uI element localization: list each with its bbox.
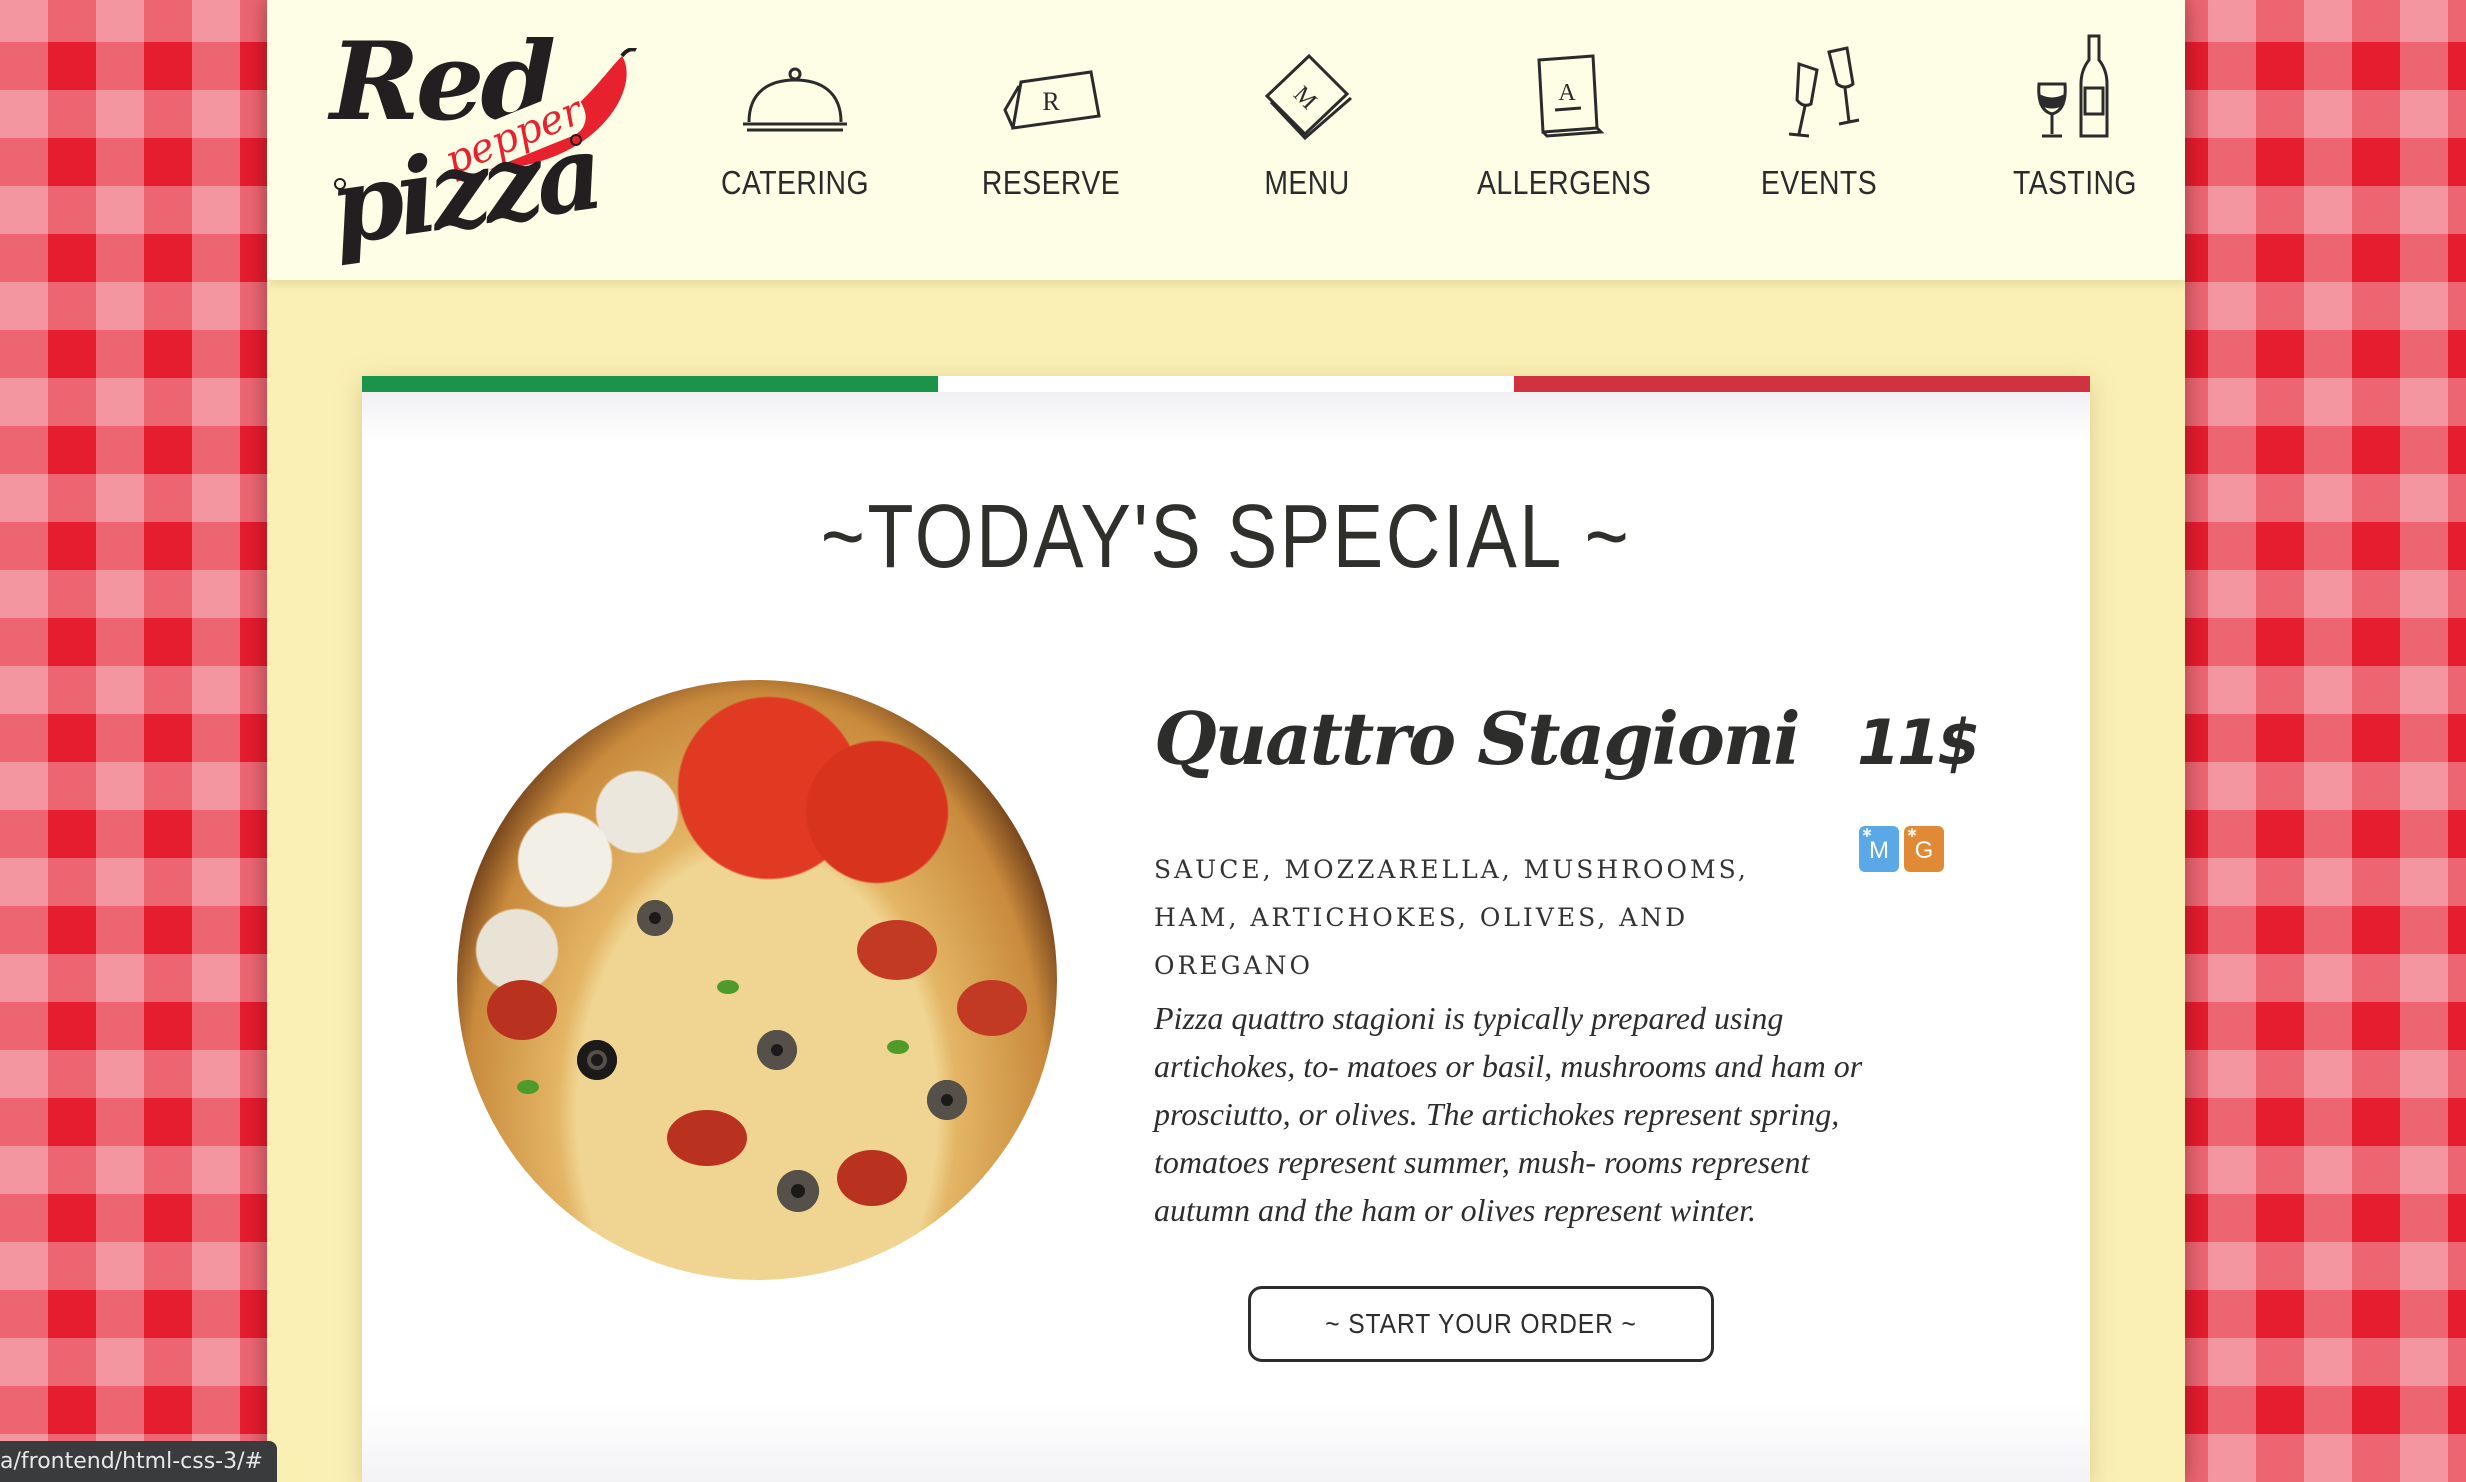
italian-flag-stripe <box>362 376 2090 392</box>
flag-white <box>938 376 1514 392</box>
green-pepper <box>717 980 739 994</box>
olive <box>777 1170 819 1212</box>
logo-dot <box>334 178 346 190</box>
start-order-button[interactable]: ~ START YOUR ORDER ~ <box>1248 1286 1714 1362</box>
allergen-badge-m: M <box>1859 808 1899 872</box>
olive <box>927 1080 967 1120</box>
ingredients-list: Sauce, mozzarella, mushrooms, ham, artic… <box>1154 855 1749 980</box>
main-nav: CATERING R RESERVE M MENU A ALLERGENS EV… <box>647 30 2177 230</box>
cloche-icon <box>743 67 847 132</box>
green-pepper <box>887 1040 909 1054</box>
nav-item-catering[interactable]: CATERING <box>695 30 895 230</box>
green-pepper <box>517 1080 539 1094</box>
red-pepper-pizza-logo[interactable]: Red pepper pizza <box>323 28 637 269</box>
page-wrapper: Red pepper pizza CATERING R RESERVE M ME… <box>267 0 2185 1482</box>
allergen-badge-g: G <box>1904 808 1944 872</box>
nav-label: MENU <box>1264 164 1350 201</box>
pizza-photo <box>457 680 1057 1280</box>
logo-dot <box>570 134 582 146</box>
nav-item-reserve[interactable]: R RESERVE <box>951 30 1151 230</box>
pepperoni <box>957 980 1027 1036</box>
allergens-card-icon: A <box>1537 54 1605 138</box>
pepperoni <box>837 1150 907 1206</box>
card-top-shadow <box>362 392 2090 442</box>
dish-description: Pizza quattro stagioni is typically prep… <box>1154 1000 1863 1228</box>
svg-text:A: A <box>1558 80 1576 106</box>
reserved-card-icon: R <box>1003 70 1101 130</box>
site-header: Red pepper pizza CATERING R RESERVE M ME… <box>267 0 2185 280</box>
flag-green <box>362 376 938 392</box>
pepperoni <box>857 920 937 980</box>
nav-label: ALLERGENS <box>1477 164 1652 201</box>
olive <box>577 1040 617 1080</box>
pepperoni <box>667 1110 747 1166</box>
flag-red <box>1514 376 2090 392</box>
wine-bottle-glass-icon <box>2037 34 2109 138</box>
nav-label: CATERING <box>721 164 869 201</box>
logo-word-pizza: pizza <box>322 109 605 270</box>
todays-special-card: ~TODAY'S SPECIAL ~ Quattro Stagioni 11$ … <box>362 376 2090 1482</box>
olive <box>757 1030 797 1070</box>
nav-item-menu[interactable]: M MENU <box>1207 30 1407 230</box>
champagne-glasses-icon <box>1788 46 1860 138</box>
nav-label: RESERVE <box>981 164 1121 201</box>
allergen-badges: M G <box>1859 808 1944 872</box>
dish-name: Quattro Stagioni <box>1154 696 1801 781</box>
svg-text:R: R <box>1042 87 1060 116</box>
pepperoni <box>487 980 557 1040</box>
olive <box>637 900 673 936</box>
start-order-label: ~ START YOUR ORDER ~ <box>1325 1308 1637 1339</box>
section-title: ~TODAY'S SPECIAL ~ <box>820 487 1632 587</box>
browser-status-url: a/frontend/html-css-3/# <box>0 1441 277 1482</box>
nav-item-allergens[interactable]: A ALLERGENS <box>1463 30 1663 230</box>
nav-item-events[interactable]: EVENTS <box>1719 30 1919 230</box>
menu-book-icon: M <box>1264 53 1352 141</box>
nav-item-tasting[interactable]: TASTING <box>1975 30 2175 230</box>
dish-price: 11$ <box>1857 706 1980 779</box>
nav-label: EVENTS <box>1760 164 1878 201</box>
nav-label: TASTING <box>2013 164 2137 201</box>
svg-text:M: M <box>1288 81 1321 114</box>
card-bottom-shade <box>362 1402 2090 1482</box>
